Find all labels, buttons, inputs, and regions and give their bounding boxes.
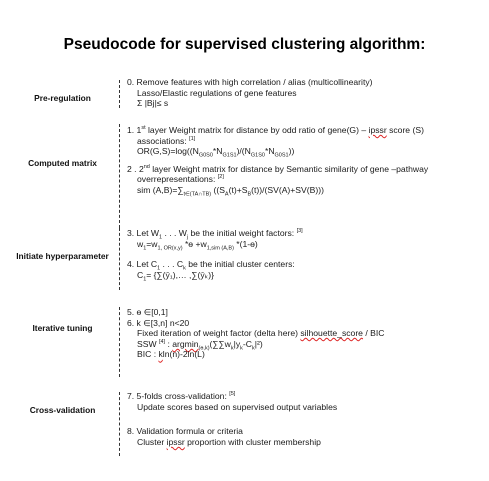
step-2-formula: sim (A,B)=∑t∈(TA∩TB) ((SA(t)+SB(t))/(SV(…	[137, 184, 324, 198]
page-title: Pseudocode for supervised clustering alg…	[63, 36, 426, 53]
step-4-formula: C1= {∑(ȳ₁),… ,∑(ȳₖ)}	[137, 269, 215, 283]
step-7: 7. 5-folds cross-validation: [5]	[127, 391, 236, 401]
step-6-bic: BIC : kln(n)-2ln(L)	[137, 349, 205, 360]
step-0-formula: Σ |Bj|≤ s	[137, 98, 169, 109]
section-label-computed-matrix: Computed matrix	[28, 158, 97, 168]
section-label-pre-regulation: Pre-regulation	[34, 93, 91, 103]
section-label-cross-validation: Cross-validation	[29, 405, 96, 415]
section-label-iterative-tuning: Iterative tuning	[32, 323, 93, 333]
section-divider	[119, 80, 120, 108]
section-divider	[119, 228, 120, 290]
step-7-detail: Update scores based on supervised output…	[137, 401, 338, 412]
cross-validation-block: 7. 5-folds cross-validation: [5] Update …	[127, 391, 482, 447]
section-divider	[119, 307, 120, 377]
step-3: 3. Let W1 . . . Wj be the initial weight…	[127, 228, 303, 241]
section-divider	[119, 124, 120, 228]
step-0-detail: Lasso/Elastic regulations of gene featur…	[137, 87, 297, 98]
step-3-formula: w1=w1, OR(x,y) *ɵ +w1,sim (A,B) *(1-ɵ)	[137, 238, 258, 252]
section-divider	[119, 392, 120, 456]
step-8-detail: Cluster ipssr proportion with cluster me…	[137, 436, 321, 447]
step-0: 0. Remove features with high correlation…	[127, 77, 373, 87]
step-8: 8. Validation formula or criteria	[127, 426, 243, 437]
initiate-hyperparameter-block: 3. Let W1 . . . Wj be the initial weight…	[127, 228, 482, 283]
section-label-initiate-hyperparameter: Initiate hyperparameter	[16, 251, 109, 261]
step-2: 2 . 2nd layer Weight matrix for distance…	[127, 163, 429, 174]
step-1: 1. 1st layer Weight matrix for distance …	[127, 125, 424, 135]
step-2-overrep: overrepresentations: [2]	[137, 174, 224, 185]
pre-regulation-block: 0. Remove features with high correlation…	[127, 77, 482, 109]
step-5: 5. ɵ ∈[0,1]	[127, 307, 168, 317]
computed-matrix-block: 1. 1st layer Weight matrix for distance …	[127, 125, 482, 198]
step-6-iteration: Fixed iteration of weight factor (delta …	[137, 328, 385, 339]
step-6-ssw: SSW [4] : argmin(ɵ,k)(∑∑wk|yk-Ck|²)	[137, 338, 263, 352]
step-6: 6. k ∈[3,n] n<20	[127, 317, 190, 328]
step-4: 4. Let C1 . . . Ck be the initial cluste…	[127, 259, 295, 272]
step-1-associations: associations: [1]	[137, 135, 196, 146]
step-1-formula: OR(G,S)=log((NG0S0*NG1S1)/(NG1S0*NG0S1))	[137, 146, 295, 159]
iterative-tuning-block: 5. ɵ ∈[0,1] 6. k ∈[3,n] n<20 Fixed itera…	[127, 307, 482, 360]
